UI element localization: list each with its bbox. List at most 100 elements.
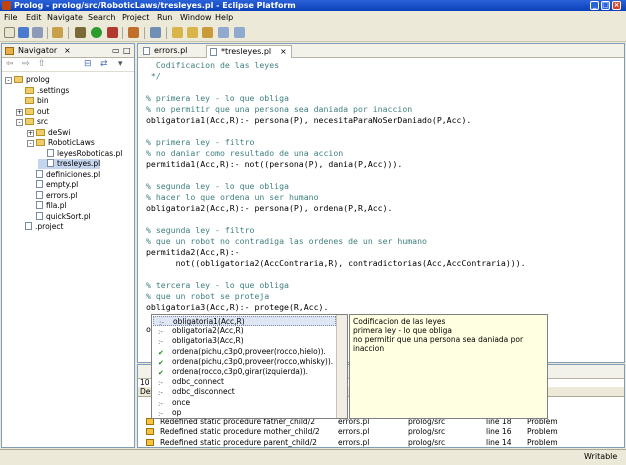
tree-item[interactable]: quickSort.pl — [27, 211, 91, 222]
code-line: permitida2(Acc,R):- — [146, 247, 240, 257]
last-edit-icon[interactable] — [202, 27, 213, 38]
minimize-view-icon[interactable]: ▭ — [112, 44, 120, 58]
menu-file[interactable]: File — [4, 11, 17, 24]
folder-icon — [14, 76, 23, 83]
close-icon[interactable]: × — [280, 46, 287, 58]
link-editor-icon[interactable]: ⇄ — [100, 59, 108, 69]
run-icon[interactable] — [91, 27, 102, 38]
content-assist-item[interactable]: :- obligatoria2(Acc,R) — [153, 326, 336, 336]
tree-item-label: definiciones.pl — [46, 169, 101, 179]
tree-item[interactable]: - src — [16, 117, 48, 127]
tree-item-label: src — [37, 117, 48, 126]
tree-item[interactable]: .project — [16, 222, 63, 232]
toolbar-separator — [166, 27, 167, 39]
external-tools-icon[interactable] — [107, 27, 118, 38]
tree-item[interactable]: + out — [16, 107, 49, 117]
collapse-icon[interactable]: - — [27, 140, 34, 147]
tree-item-label: quickSort.pl — [46, 211, 91, 221]
menu-project[interactable]: Project — [122, 11, 149, 24]
debug-icon[interactable] — [75, 27, 86, 38]
problem-type: Problem — [527, 437, 558, 447]
tree-item[interactable]: - prolog — [5, 75, 50, 85]
table-row[interactable]: Redefined static procedure parent_child/… — [138, 438, 624, 448]
view-menu-icon[interactable]: ▾ — [118, 59, 123, 69]
tree-item[interactable]: bin — [16, 96, 49, 106]
collapse-all-icon[interactable]: ⊟ — [84, 59, 92, 69]
maximize-view-icon[interactable]: □ — [123, 44, 131, 58]
navigator-tab[interactable]: Navigator × ▭ □ — [2, 44, 134, 58]
back-icon[interactable]: ⇦ — [6, 59, 14, 69]
menu-search[interactable]: Search — [88, 11, 115, 24]
new-icon[interactable] — [4, 27, 15, 38]
tree-item[interactable]: definiciones.pl — [27, 169, 101, 180]
save-icon[interactable] — [18, 27, 29, 38]
problem-path: prolog/src — [408, 437, 446, 447]
navigator-toolbar: ⇦ ⇨ ⇧ ⊟ ⇄ ▾ — [2, 58, 134, 72]
file-icon — [36, 180, 43, 188]
file-icon — [36, 211, 43, 220]
tree-item[interactable]: .settings — [16, 86, 69, 96]
menu-run[interactable]: Run — [157, 11, 172, 24]
content-assist-item[interactable]: ✔ ordena(pichu,c3p0,proveer(rocco,whisky)… — [153, 357, 336, 367]
collapse-icon[interactable]: - — [16, 119, 23, 126]
menu-edit[interactable]: Edit — [26, 11, 42, 24]
code-line: % que un robot no contradiga las ordenes… — [146, 236, 427, 246]
predicate-icon: :- — [159, 319, 164, 326]
expand-icon[interactable]: + — [27, 129, 34, 137]
warning-icon — [146, 428, 154, 436]
close-icon[interactable]: × — [612, 1, 621, 10]
content-assist-item[interactable]: :- odbc_disconnect — [153, 387, 336, 397]
maximize-icon[interactable]: □ — [601, 1, 610, 10]
build-icon[interactable] — [52, 27, 63, 38]
previous-annotation-icon[interactable] — [187, 27, 198, 38]
code-line: % tercera ley - lo que obliga — [146, 280, 289, 290]
collapse-icon[interactable]: - — [5, 77, 12, 84]
navigator-title: Navigator — [18, 46, 58, 55]
tree-item[interactable]: errors.pl — [27, 190, 77, 201]
problem-location: line 14 — [486, 437, 512, 447]
code-line: % segunda ley - lo que obliga — [146, 181, 289, 191]
up-icon[interactable]: ⇧ — [38, 59, 46, 69]
menu-window[interactable]: Window — [180, 11, 212, 24]
print-icon[interactable] — [32, 27, 43, 38]
content-assist-label: ordena(pichu,c3p0,proveer(rocco,hielo)). — [172, 346, 326, 356]
folder-icon — [25, 118, 34, 125]
forward-icon[interactable] — [234, 27, 245, 38]
file-icon — [36, 201, 43, 209]
content-assist-label: odbc_connect — [172, 377, 224, 387]
content-assist-item[interactable]: :- obligatoria3(Acc,R) — [153, 336, 336, 346]
next-annotation-icon[interactable] — [172, 27, 183, 38]
content-assist-item[interactable]: ✔ ordena(rocco,c3p0,girar(izquierda)). — [153, 367, 336, 377]
tree-item[interactable]: tresleyes.pl — [38, 159, 101, 169]
minimize-icon[interactable]: _ — [590, 1, 599, 10]
problem-description: Redefined static procedure parent_child/… — [160, 437, 317, 447]
code-line: % hacer lo que ordena un ser humano — [146, 192, 319, 202]
warning-icon — [146, 438, 154, 446]
content-assist-item[interactable]: ✔ ordena(pichu,c3p0,proveer(rocco,hielo))… — [153, 347, 336, 357]
tree-item[interactable]: leyesRoboticas.pl — [38, 148, 122, 159]
forward-icon[interactable]: ⇨ — [22, 59, 30, 69]
fact-icon: ✔ — [158, 358, 164, 367]
content-assist-item[interactable]: :- obligatoria1(Acc,R) — [153, 316, 336, 326]
doc-line: primera ley - lo que obliga — [353, 326, 452, 335]
content-assist-item[interactable]: :- odbc_connect — [153, 377, 336, 387]
content-assist-item[interactable]: :- op — [153, 408, 336, 418]
tree-item[interactable]: fila.pl — [27, 201, 67, 211]
tree-item[interactable]: empty.pl — [27, 180, 78, 190]
tree-item[interactable]: + deSwi — [27, 128, 70, 138]
close-icon[interactable]: × — [64, 44, 71, 58]
table-row[interactable]: Redefined static procedure mother_child/… — [138, 427, 624, 437]
open-type-icon[interactable] — [128, 27, 139, 38]
menu-navigate[interactable]: Navigate — [47, 11, 83, 24]
content-assist-item[interactable]: :- once — [153, 398, 336, 408]
menu-help[interactable]: Help — [215, 11, 233, 24]
tab-tresleyes[interactable]: *tresleyes.pl × — [206, 45, 292, 58]
open-perspective-icon[interactable] — [150, 27, 161, 38]
problem-resource: errors.pl — [338, 427, 370, 437]
tab-errors[interactable]: errors.pl — [140, 45, 204, 58]
content-assist-scrollbar[interactable] — [336, 315, 347, 418]
back-icon[interactable] — [218, 27, 229, 38]
file-icon — [36, 169, 43, 178]
expand-icon[interactable]: + — [16, 108, 23, 116]
tree-item[interactable]: - RoboticLaws — [27, 138, 95, 148]
